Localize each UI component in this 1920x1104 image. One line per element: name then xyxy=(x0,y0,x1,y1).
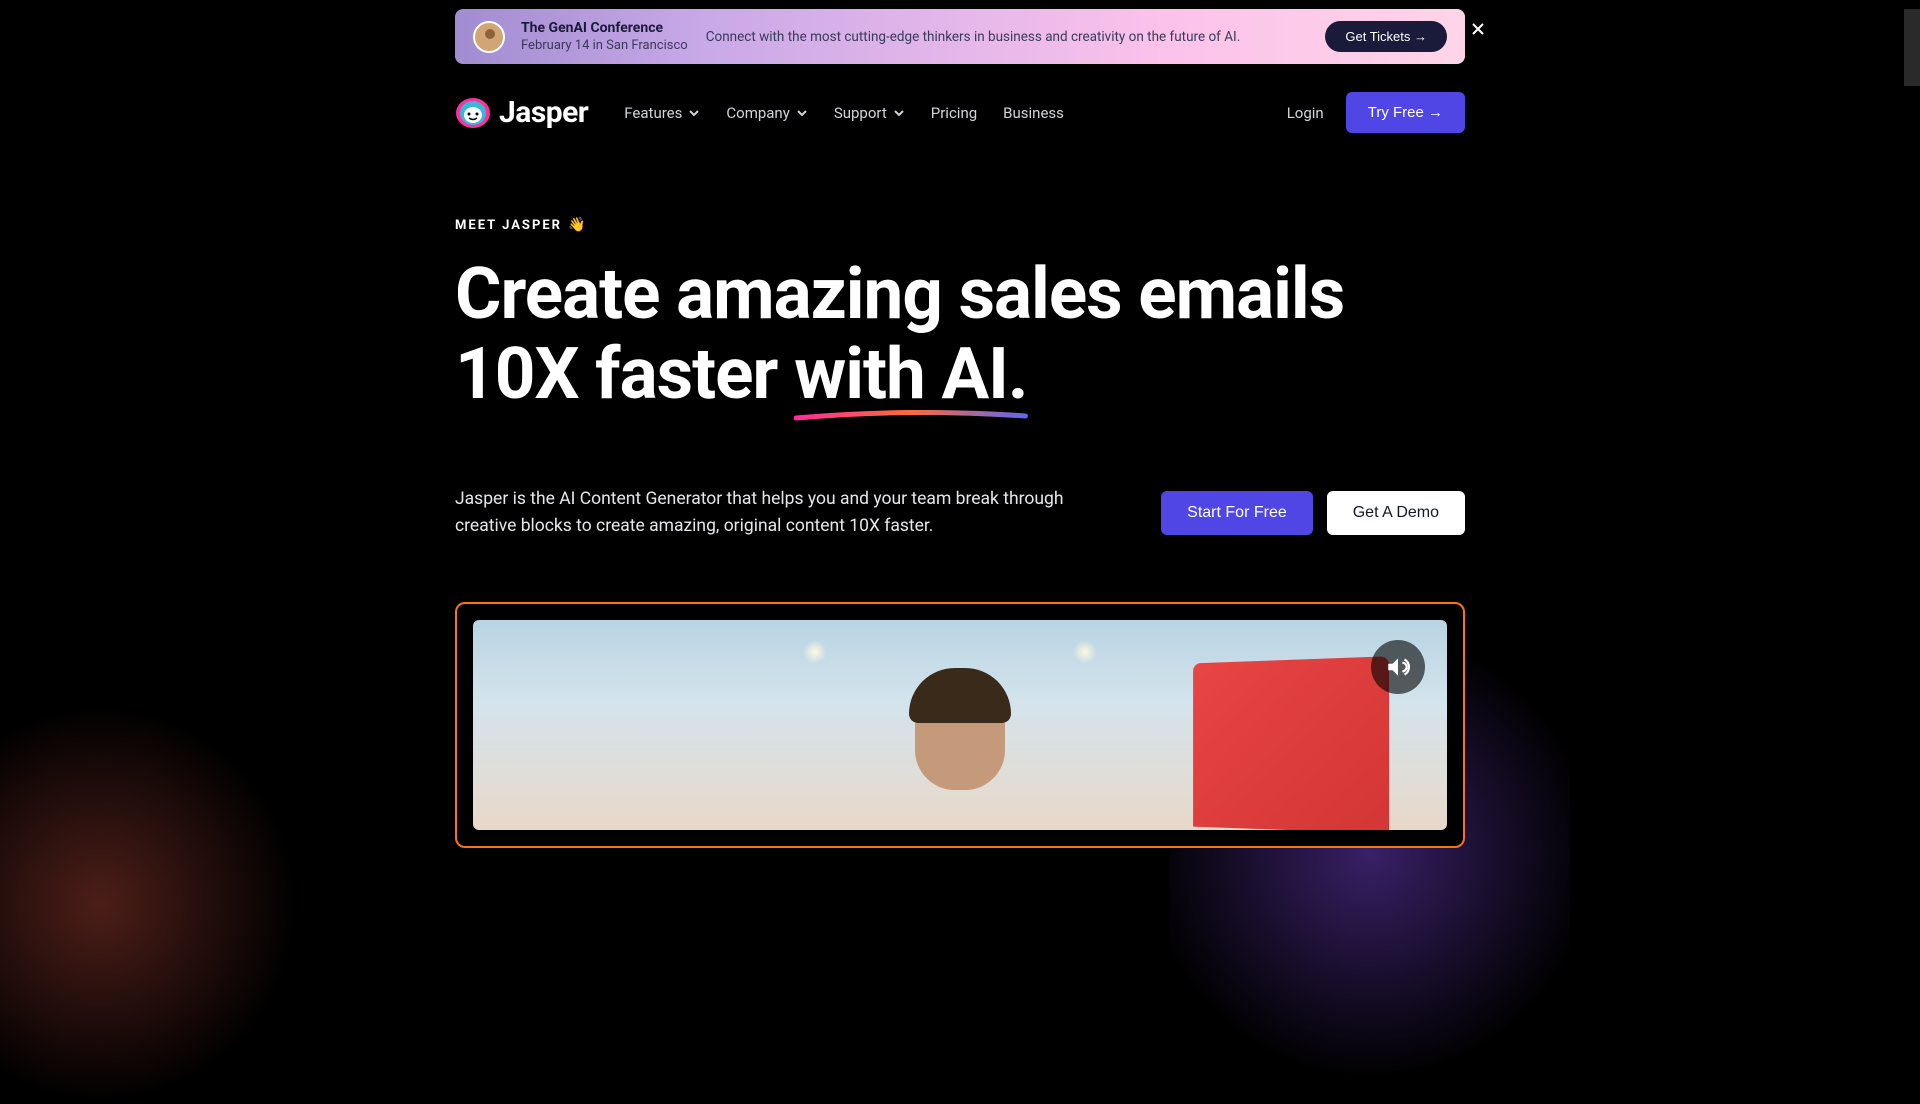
banner-subtitle: February 14 in San Francisco xyxy=(521,38,688,53)
nav-label: Support xyxy=(834,104,887,122)
start-for-free-button[interactable]: Start For Free xyxy=(1161,491,1313,535)
nav-item-pricing[interactable]: Pricing xyxy=(931,104,977,122)
get-tickets-button[interactable]: Get Tickets → xyxy=(1325,21,1447,52)
scrollbar-track[interactable] xyxy=(1904,9,1920,86)
video-person-graphic xyxy=(860,630,1060,830)
nav-items: Features Company Support Pricing Busines… xyxy=(624,104,1064,122)
meet-text: MEET JASPER xyxy=(455,218,562,233)
nav-label: Features xyxy=(624,104,682,122)
hero-title-underlined: with AI. xyxy=(794,335,1027,415)
person-head xyxy=(915,680,1005,790)
close-icon xyxy=(1470,21,1486,37)
hero-cta-buttons: Start For Free Get A Demo xyxy=(1161,491,1465,535)
banner-title: The GenAI Conference xyxy=(521,20,688,36)
underline-decoration-icon xyxy=(794,410,1027,422)
person-hair xyxy=(909,668,1011,723)
video-laptop-graphic xyxy=(1193,657,1389,831)
nav-item-company[interactable]: Company xyxy=(726,104,807,122)
nav-item-business[interactable]: Business xyxy=(1003,104,1064,122)
video-light-decoration xyxy=(803,640,827,664)
main-navigation: Jasper Features Company Support Pricing … xyxy=(455,64,1465,161)
banner-avatar xyxy=(473,21,505,53)
video-player[interactable] xyxy=(473,620,1447,830)
volume-button[interactable] xyxy=(1371,640,1425,694)
nav-label: Company xyxy=(726,104,789,122)
nav-item-support[interactable]: Support xyxy=(834,104,905,122)
hero-section: MEET JASPER 👋 Create amazing sales email… xyxy=(455,161,1465,848)
volume-icon xyxy=(1385,654,1411,680)
wave-emoji-icon: 👋 xyxy=(568,217,587,233)
try-free-button[interactable]: Try Free → xyxy=(1346,92,1465,133)
nav-right: Login Try Free → xyxy=(1287,92,1465,133)
hero-title-line2-start: 10X faster xyxy=(455,333,794,416)
announcement-banner: The GenAI Conference February 14 in San … xyxy=(455,9,1465,64)
nav-label: Business xyxy=(1003,104,1064,122)
hero-title-line1: Create amazing sales emails xyxy=(455,253,1344,336)
logo-text: Jasper xyxy=(499,95,588,130)
video-frame xyxy=(455,602,1465,848)
close-banner-button[interactable] xyxy=(1466,17,1490,44)
nav-item-features[interactable]: Features xyxy=(624,104,700,122)
underlined-text: with AI. xyxy=(794,333,1027,416)
jasper-logo-icon xyxy=(455,97,491,129)
hero-title: Create amazing sales emails 10X faster w… xyxy=(455,255,1465,414)
login-link[interactable]: Login xyxy=(1287,104,1324,122)
background-gradient-left xyxy=(0,704,300,1104)
video-light-decoration xyxy=(1073,640,1097,664)
logo[interactable]: Jasper xyxy=(455,95,588,130)
nav-label: Pricing xyxy=(931,104,977,122)
chevron-down-icon xyxy=(796,107,808,119)
chevron-down-icon xyxy=(893,107,905,119)
banner-description: Connect with the most cutting-edge think… xyxy=(706,29,1241,45)
meet-jasper-label: MEET JASPER 👋 xyxy=(455,217,1465,233)
banner-text-block: The GenAI Conference February 14 in San … xyxy=(521,20,688,53)
hero-cta-row: Jasper is the AI Content Generator that … xyxy=(455,486,1465,540)
hero-description: Jasper is the AI Content Generator that … xyxy=(455,486,1115,540)
chevron-down-icon xyxy=(688,107,700,119)
get-a-demo-button[interactable]: Get A Demo xyxy=(1327,491,1465,535)
